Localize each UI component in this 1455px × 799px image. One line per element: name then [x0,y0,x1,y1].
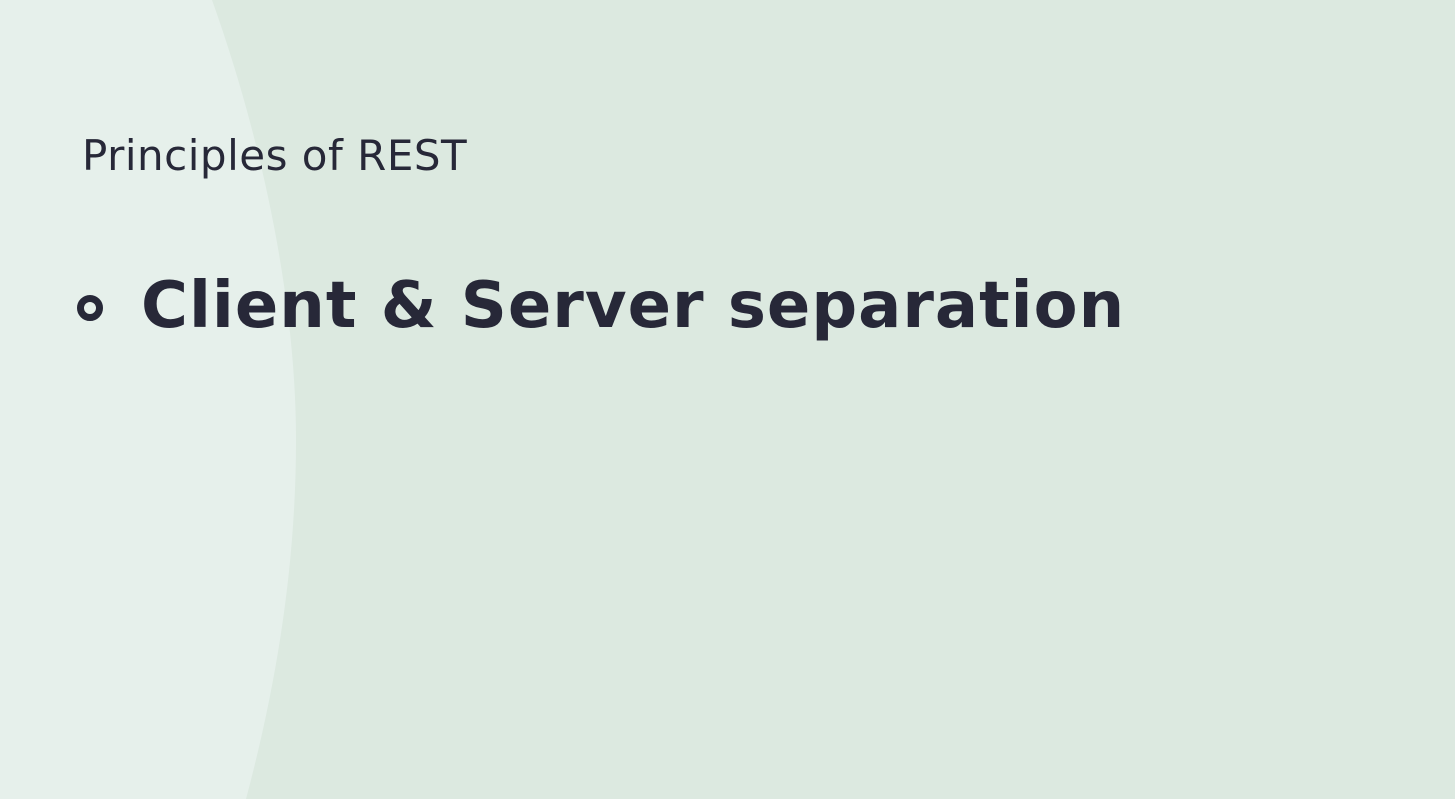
hollow-circle-bullet-icon [77,295,103,321]
slide: Principles of REST Client & Server separ… [0,0,1455,799]
section-title: Principles of REST [82,131,468,180]
bullet-text: Client & Server separation [141,269,1126,343]
bullet-item: Client & Server separation [77,266,1125,346]
slide-background [0,0,1455,799]
